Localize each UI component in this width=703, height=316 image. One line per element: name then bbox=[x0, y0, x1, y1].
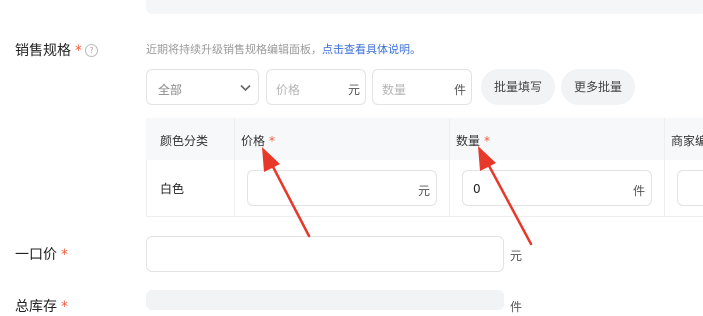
arrow-to-qty-header bbox=[478, 146, 533, 246]
annotation-arrows bbox=[262, 146, 533, 246]
arrow-to-price-header bbox=[262, 147, 311, 238]
